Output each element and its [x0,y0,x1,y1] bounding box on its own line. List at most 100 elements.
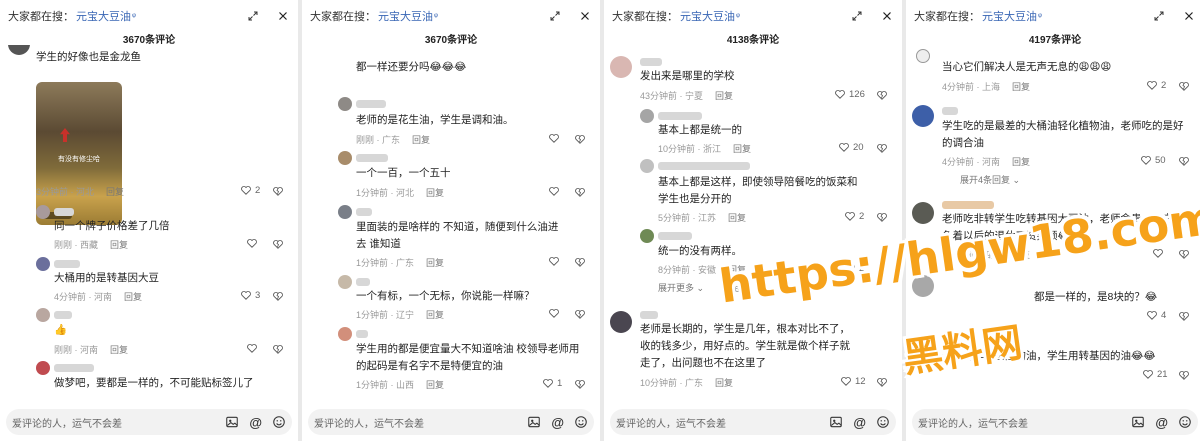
avatar[interactable] [8,45,30,55]
emoji-icon[interactable] [1178,415,1192,429]
username[interactable] [356,278,370,286]
expand-icon[interactable] [246,9,260,23]
image-icon[interactable] [1131,415,1145,429]
expand-more-replies[interactable]: 展开更多 ⌄ [658,281,704,294]
username[interactable] [942,201,994,209]
emoji-icon[interactable] [574,415,588,429]
avatar[interactable] [338,327,352,341]
avatar[interactable] [36,308,50,322]
trending-keyword-link[interactable]: 元宝大豆油 [378,8,433,24]
dislike-icon[interactable] [272,342,284,360]
avatar[interactable] [916,49,930,63]
like-button[interactable]: 21 [1142,368,1168,380]
avatar[interactable] [36,361,50,375]
username[interactable] [640,311,658,319]
dislike-icon[interactable] [1178,79,1190,97]
like-button[interactable] [548,307,560,319]
like-button[interactable]: 3 [240,289,260,301]
avatar[interactable] [36,205,50,219]
trending-keyword-link[interactable]: 元宝大豆油 [680,8,735,24]
emoji-icon[interactable] [876,415,890,429]
username[interactable] [640,58,662,66]
image-icon[interactable] [527,415,541,429]
mention-icon[interactable]: @ [249,415,262,430]
comment-list[interactable]: 当心它们解决人是无声无息的😩😩😩 4分钟前 · 上海 回复 2 学生吃的是最差的大… [906,45,1200,403]
username[interactable] [356,208,372,216]
dislike-icon[interactable] [574,132,586,150]
reply-button[interactable]: 回复 [728,265,746,275]
dislike-icon[interactable] [574,185,586,203]
comment-input[interactable]: 爱评论的人，运气不会差 @ [610,409,896,435]
reply-button[interactable]: 回复 [106,187,124,197]
dislike-icon[interactable] [1178,309,1190,327]
dislike-icon[interactable] [876,141,888,159]
reply-button[interactable]: 回复 [1012,82,1030,92]
avatar[interactable] [640,229,654,243]
like-button[interactable]: 4 [1146,309,1166,321]
like-button[interactable]: 20 [838,141,864,153]
avatar[interactable] [338,275,352,289]
comment-input[interactable]: 爱评论的人，运气不会差 @ [912,409,1198,435]
avatar[interactable] [610,56,632,78]
close-icon[interactable] [578,9,592,23]
comment-list[interactable]: 都一样还要分吗😂😂😂 老师的是花生油，学生是调和油。 刚刚 · 广东 回复 一个一… [302,45,600,403]
reply-button[interactable]: 回复 [1012,157,1030,167]
like-button[interactable] [1152,247,1164,259]
mention-icon[interactable]: @ [1155,415,1168,430]
dislike-icon[interactable] [1178,247,1190,265]
close-icon[interactable] [880,9,894,23]
mention-icon[interactable]: @ [551,415,564,430]
expand-icon[interactable] [548,9,562,23]
close-icon[interactable] [276,9,290,23]
dislike-icon[interactable] [1178,154,1190,172]
reply-button[interactable]: 回复 [110,240,128,250]
username[interactable] [658,162,750,170]
username[interactable] [942,107,958,115]
avatar[interactable] [640,109,654,123]
dislike-icon[interactable] [876,210,888,228]
dislike-icon[interactable] [876,375,888,393]
avatar[interactable] [36,257,50,271]
dislike-icon[interactable] [272,237,284,255]
dislike-icon[interactable] [574,255,586,273]
reply-button[interactable]: 回复 [728,213,746,223]
username[interactable] [54,208,74,216]
like-button[interactable]: 1 [542,377,562,389]
like-button[interactable]: 126 [834,88,865,100]
comment-list[interactable]: 发出来是哪里的学校 43分钟前 · 宁夏 回复 126 基本上都是统一的 10分钟… [604,45,902,403]
close-icon[interactable] [1182,9,1196,23]
dislike-icon[interactable] [574,307,586,325]
like-button[interactable]: 12 [840,375,866,387]
image-icon[interactable] [829,415,843,429]
avatar[interactable] [338,151,352,165]
like-button[interactable]: 50 [1140,154,1166,166]
emoji-icon[interactable] [272,415,286,429]
username[interactable] [658,112,702,120]
avatar[interactable] [610,311,632,333]
avatar[interactable] [912,202,934,224]
like-button[interactable]: 2 [240,184,260,196]
username[interactable] [54,311,72,319]
reply-button[interactable]: 回复 [426,310,444,320]
comment-input[interactable]: 爱评论的人，运气不会差 @ [308,409,594,435]
reply-button[interactable]: 回复 [426,258,444,268]
expand-icon[interactable] [1152,9,1166,23]
dislike-icon[interactable] [272,289,284,307]
reply-button[interactable]: 回复 [110,345,128,355]
reply-button[interactable]: 回复 [733,144,751,154]
username[interactable] [356,154,388,162]
reply-button[interactable]: 回复 [715,378,733,388]
username[interactable] [54,260,80,268]
comment-input[interactable]: 爱评论的人，运气不会差 @ [6,409,292,435]
expand-icon[interactable] [850,9,864,23]
dislike-icon[interactable] [574,377,586,395]
comment-image[interactable]: 有没有修尘哈 [36,82,122,225]
comment-list[interactable]: 学生的好像也是金龙鱼 有没有修尘哈 3分钟前 · 河北 回复 2 同一个牌子价格差… [0,45,298,403]
username[interactable] [54,364,94,372]
trending-keyword-link[interactable]: 元宝大豆油 [76,8,131,24]
like-button[interactable]: 2 [844,262,864,274]
avatar[interactable] [912,275,934,297]
avatar[interactable] [912,105,934,127]
like-button[interactable] [246,237,258,249]
mention-icon[interactable]: @ [853,415,866,430]
